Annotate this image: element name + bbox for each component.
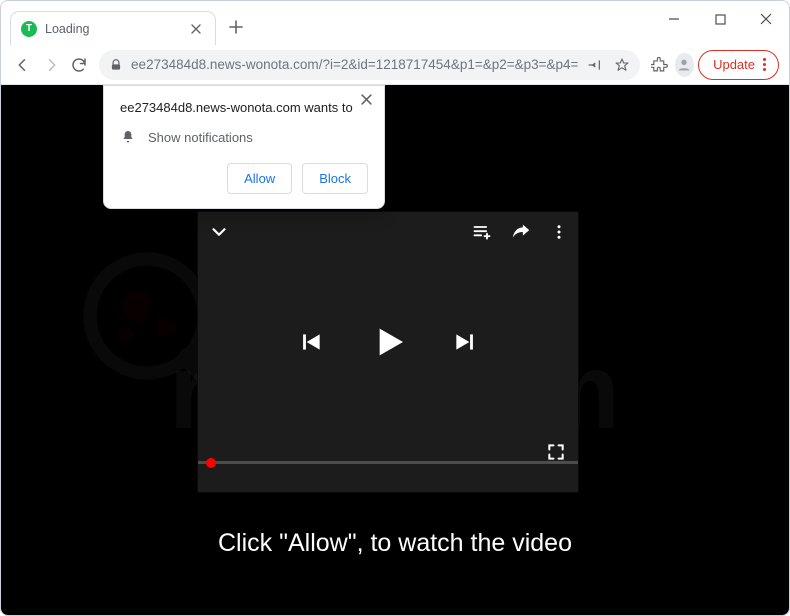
url-actions [586,57,630,73]
page-content: risk.com [1,85,789,615]
menu-kebab-icon [763,58,766,71]
profile-avatar-icon[interactable] [675,53,694,77]
extensions-icon[interactable] [648,51,670,79]
tab[interactable]: T Loading [10,11,216,45]
tab-strip: T Loading [1,1,256,45]
permission-title: ee273484d8.news-wonota.com wants to [120,100,368,115]
tab-close-icon[interactable] [187,22,205,36]
close-window-button[interactable] [743,1,789,37]
video-player [198,212,578,492]
chevron-down-icon[interactable] [208,221,472,243]
previous-track-icon[interactable] [298,329,324,355]
maximize-button[interactable] [697,1,743,37]
favicon-icon: T [21,21,37,37]
permission-line: Show notifications [148,130,253,145]
permission-row: Show notifications [120,129,368,145]
player-controls [198,252,578,432]
browser-window: T Loading [0,0,790,616]
new-tab-button[interactable] [222,13,250,41]
permission-actions: Allow Block [120,163,368,194]
update-label: Update [713,57,755,72]
next-track-icon[interactable] [452,329,478,355]
player-top-bar [198,212,578,252]
url-text: ee273484d8.news-wonota.com/?i=2&id=12187… [131,57,578,72]
share-arrow-icon[interactable] [510,221,532,243]
bell-icon [120,129,136,145]
allow-button[interactable]: Allow [227,163,292,194]
back-button[interactable] [11,50,35,80]
forward-button[interactable] [39,50,63,80]
lock-icon [109,58,123,72]
notification-permission-popup: ee273484d8.news-wonota.com wants to Show… [103,85,385,209]
titlebar: T Loading [1,1,789,45]
more-vert-icon[interactable] [550,223,568,241]
progress-bar[interactable] [198,461,578,464]
player-bottom-bar [198,432,578,472]
block-button[interactable]: Block [302,163,368,194]
progress-handle-icon[interactable] [206,458,216,468]
page-caption: Click "Allow", to watch the video [1,529,789,558]
bookmark-star-icon[interactable] [614,57,630,73]
address-bar[interactable]: ee273484d8.news-wonota.com/?i=2&id=12187… [99,50,640,80]
minimize-button[interactable] [651,1,697,37]
window-controls [651,1,789,37]
queue-add-icon[interactable] [472,222,492,242]
toolbar: ee273484d8.news-wonota.com/?i=2&id=12187… [1,45,789,85]
share-icon[interactable] [586,57,602,73]
reload-button[interactable] [67,50,91,80]
tab-title: Loading [45,22,179,36]
fullscreen-icon[interactable] [546,442,566,462]
update-button[interactable]: Update [698,50,779,80]
play-icon[interactable] [368,322,408,362]
popup-close-icon[interactable] [357,92,376,107]
